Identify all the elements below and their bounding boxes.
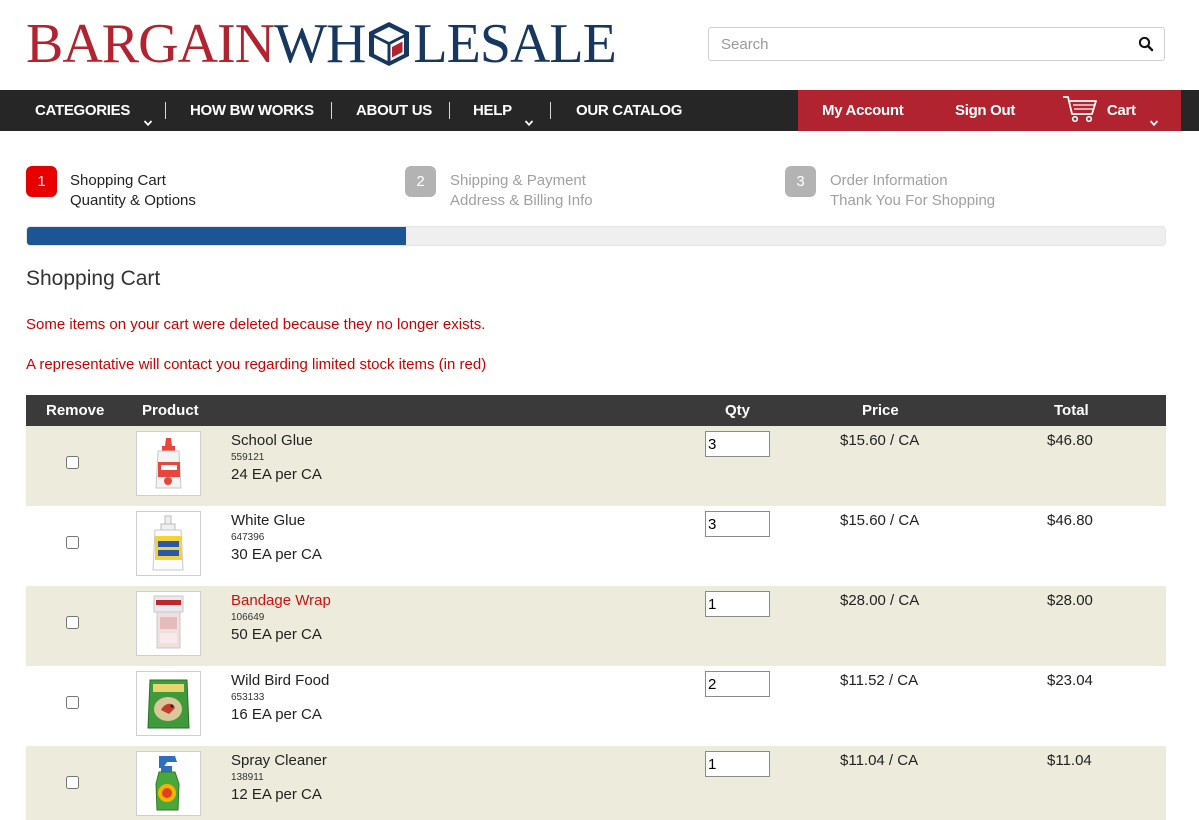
step-2-badge: 2: [405, 166, 436, 197]
product-sku: 106649: [231, 612, 265, 623]
unit-price: $15.60 / CA: [840, 512, 920, 529]
chevron-down-icon: [523, 104, 535, 126]
search-icon[interactable]: [1138, 36, 1154, 52]
step-2-text: Shipping & Payment Address & Billing Inf…: [450, 171, 593, 211]
deleted-items-alert: Some items on your cart were deleted bec…: [26, 316, 486, 333]
cart-label: Cart: [1106, 102, 1136, 119]
nav-categories[interactable]: CATEGORIES: [35, 90, 154, 131]
line-total: $46.80: [1047, 432, 1093, 449]
qty-input[interactable]: [705, 431, 770, 457]
nav-categories-label: CATEGORIES: [35, 102, 131, 119]
unit-price: $11.52 / CA: [840, 672, 919, 689]
line-total: $46.80: [1047, 512, 1093, 529]
product-name[interactable]: Wild Bird Food: [231, 672, 329, 689]
step-3-subtitle: Thank You For Shopping: [830, 192, 996, 209]
cart-row: School Glue 559121 24 EA per CA $15.60 /…: [26, 426, 1166, 506]
unit-price: $11.04 / CA: [840, 752, 919, 769]
nav-help[interactable]: HELP: [473, 90, 535, 131]
product-pack: 12 EA per CA: [231, 786, 322, 803]
logo-text-wh: WH: [274, 13, 366, 75]
logo-text-bargain: BARGAIN: [26, 13, 275, 75]
qty-input[interactable]: [705, 751, 770, 777]
checkout-progress-fill: [27, 227, 406, 245]
cart-row: Spray Cleaner 138911 12 EA per CA $11.04…: [26, 746, 1166, 820]
product-name[interactable]: Spray Cleaner: [231, 752, 327, 769]
cart-row: Bandage Wrap 106649 50 EA per CA $28.00 …: [26, 586, 1166, 666]
remove-checkbox[interactable]: [66, 696, 79, 709]
cart-table-header: Remove Product Qty Price Total: [26, 395, 1166, 426]
product-image[interactable]: [136, 751, 201, 816]
nav-about-us[interactable]: ABOUT US: [356, 90, 432, 131]
qty-input[interactable]: [705, 671, 770, 697]
cart-table: Remove Product Qty Price Total School Gl…: [26, 395, 1166, 820]
nav-divider: [331, 102, 332, 119]
remove-checkbox[interactable]: [66, 616, 79, 629]
sign-out-link[interactable]: Sign Out: [955, 90, 1015, 131]
remove-checkbox[interactable]: [66, 456, 79, 469]
product-name[interactable]: School Glue: [231, 432, 313, 449]
product-image[interactable]: [136, 671, 201, 736]
col-product: Product: [142, 402, 199, 419]
step-1-subtitle: Quantity & Options: [70, 192, 196, 209]
line-total: $11.04: [1047, 752, 1092, 769]
chevron-down-icon: [1148, 104, 1160, 126]
unit-price: $15.60 / CA: [840, 432, 920, 449]
product-image[interactable]: [136, 431, 201, 496]
nav-divider: [449, 102, 450, 119]
remove-checkbox[interactable]: [66, 536, 79, 549]
product-sku: 559121: [231, 452, 265, 463]
product-image[interactable]: [136, 591, 201, 656]
cart-row: White Glue 647396 30 EA per CA $15.60 / …: [26, 506, 1166, 586]
product-name[interactable]: Bandage Wrap: [231, 592, 331, 609]
product-pack: 30 EA per CA: [231, 546, 322, 563]
cart-icon: [1062, 94, 1098, 124]
account-bar: My Account Sign Out Cart: [798, 90, 1181, 131]
step-3-badge: 3: [785, 166, 816, 197]
chevron-down-icon: [142, 104, 154, 126]
line-total: $23.04: [1047, 672, 1093, 689]
product-sku: 647396: [231, 532, 265, 543]
product-sku: 138911: [231, 772, 264, 783]
product-image[interactable]: [136, 511, 201, 576]
checkout-progress-bar: [26, 226, 1166, 246]
product-sku: 653133: [231, 692, 265, 703]
col-price: Price: [862, 402, 899, 419]
qty-input[interactable]: [705, 511, 770, 537]
col-qty: Qty: [725, 402, 751, 419]
site-header: BARGAIN WH LESALE: [0, 0, 1199, 90]
page-title: Shopping Cart: [26, 267, 161, 290]
step-1-badge: 1: [26, 166, 57, 197]
product-name[interactable]: White Glue: [231, 512, 305, 529]
line-total: $28.00: [1047, 592, 1093, 609]
col-remove: Remove: [46, 402, 105, 419]
search-input[interactable]: [709, 28, 1109, 60]
logo-text-lesale: LESALE: [413, 13, 616, 75]
cart-row: Wild Bird Food 653133 16 EA per CA $11.5…: [26, 666, 1166, 746]
qty-input[interactable]: [705, 591, 770, 617]
nav-help-label: HELP: [473, 102, 512, 119]
cart-menu[interactable]: Cart: [1062, 90, 1160, 131]
search-box: [708, 27, 1165, 61]
remove-checkbox[interactable]: [66, 776, 79, 789]
nav-how-bw-works[interactable]: HOW BW WORKS: [190, 90, 314, 131]
nav-divider: [550, 102, 551, 119]
site-logo[interactable]: BARGAIN WH LESALE: [26, 13, 617, 75]
product-pack: 16 EA per CA: [231, 706, 322, 723]
nav-divider: [165, 102, 166, 119]
col-total: Total: [1054, 402, 1089, 419]
step-1-title: Shopping Cart: [70, 172, 166, 189]
nav-our-catalog[interactable]: OUR CATALOG: [576, 90, 682, 131]
step-2-title: Shipping & Payment: [450, 172, 586, 189]
my-account-link[interactable]: My Account: [822, 90, 904, 131]
product-pack: 24 EA per CA: [231, 466, 322, 483]
step-1-text: Shopping Cart Quantity & Options: [70, 171, 196, 211]
step-2-subtitle: Address & Billing Info: [450, 192, 593, 209]
logo-box-icon: [366, 19, 412, 69]
product-pack: 50 EA per CA: [231, 626, 322, 643]
step-3-text: Order Information Thank You For Shopping: [830, 171, 995, 211]
step-3-title: Order Information: [830, 172, 948, 189]
limited-stock-alert: A representative will contact you regard…: [26, 356, 487, 373]
unit-price: $28.00 / CA: [840, 592, 920, 609]
